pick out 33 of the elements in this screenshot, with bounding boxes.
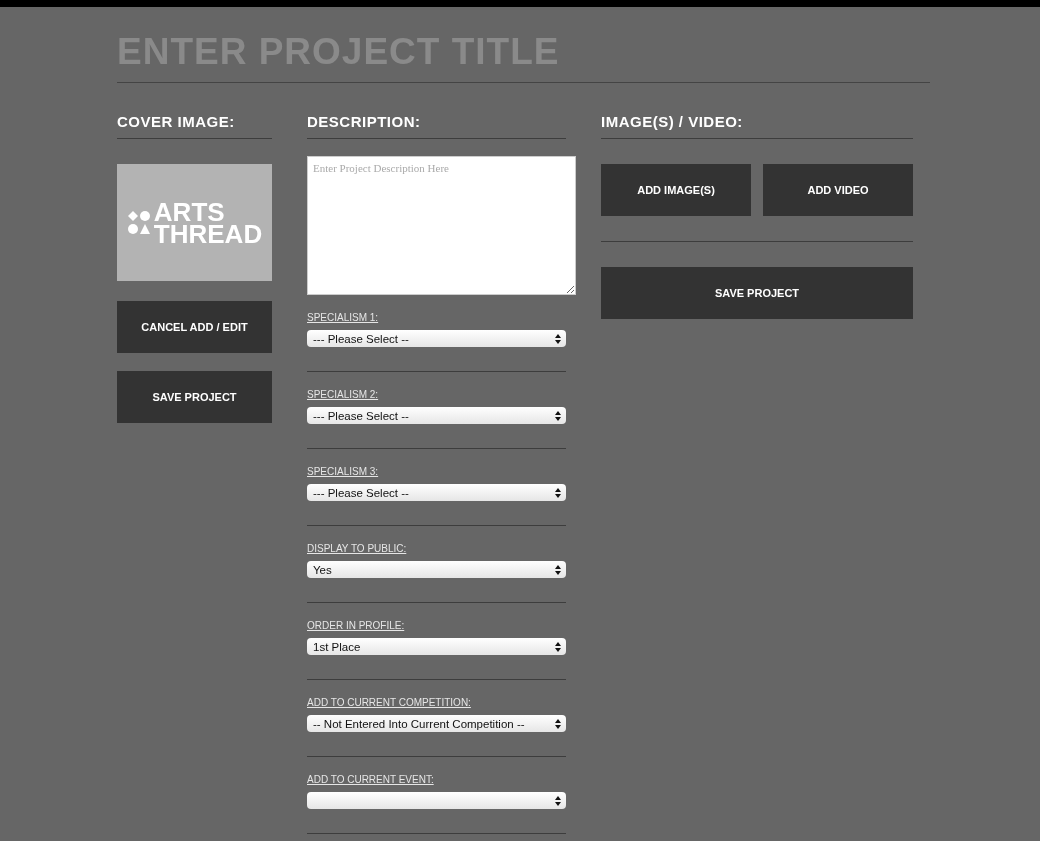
select-field[interactable]: -- Not Entered Into Current Competition --	[307, 715, 566, 732]
action-button[interactable]: SAVE PROJECT	[117, 371, 272, 423]
select-field[interactable]: --- Please Select --	[307, 484, 566, 501]
updown-icon	[555, 795, 561, 806]
field-label[interactable]: DISPLAY TO PUBLIC:	[307, 543, 407, 554]
field-label[interactable]: ORDER IN PROFILE:	[307, 620, 405, 631]
select-field[interactable]: --- Please Select --	[307, 407, 566, 424]
action-button[interactable]: CANCEL ADD / EDIT	[117, 301, 272, 353]
section-heading: IMAGE(S) / VIDEO:	[601, 113, 744, 130]
section-heading: COVER IMAGE:	[117, 113, 236, 130]
field-label[interactable]: SPECIALISM 1:	[307, 312, 379, 323]
updown-icon	[555, 333, 561, 344]
updown-icon	[555, 564, 561, 575]
action-button[interactable]: ADD IMAGE(S)	[601, 164, 751, 216]
field-label[interactable]: ADD TO CURRENT EVENT:	[307, 774, 434, 785]
updown-icon	[555, 641, 561, 652]
field-label[interactable]: ADD TO CURRENT COMPETITION:	[307, 697, 471, 708]
save-button[interactable]: SAVE PROJECT	[601, 267, 913, 319]
select-field[interactable]: 1st Place	[307, 638, 566, 655]
select-field[interactable]: --- Please Select --	[307, 330, 566, 347]
updown-icon	[555, 718, 561, 729]
updown-icon	[555, 487, 561, 498]
description-field[interactable]: Enter Project Description Here	[307, 156, 576, 295]
logo-text: THREAD	[153, 222, 263, 245]
logo-text: ARTS	[153, 200, 225, 223]
section-heading: DESCRIPTION:	[307, 113, 422, 130]
updown-icon	[555, 410, 561, 421]
field-label[interactable]: SPECIALISM 2:	[307, 389, 379, 400]
select-field[interactable]	[307, 792, 566, 809]
action-button[interactable]: ADD VIDEO	[763, 164, 913, 216]
field-label[interactable]: SPECIALISM 3:	[307, 466, 379, 477]
select-field[interactable]: Yes	[307, 561, 566, 578]
shapes-icon	[126, 210, 151, 235]
